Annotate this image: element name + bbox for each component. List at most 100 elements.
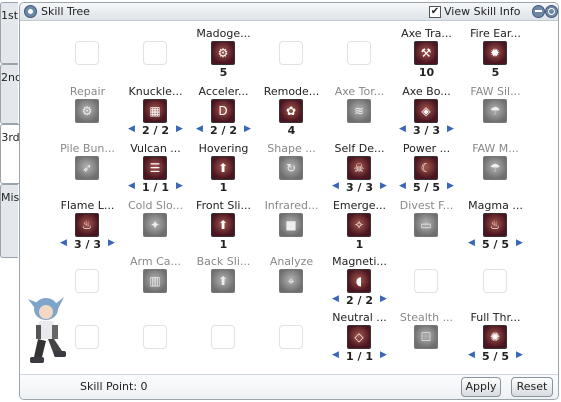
level-up-arrow-icon[interactable]: ▶ (447, 181, 454, 191)
skill-slot[interactable]: Shape ... ↻ (257, 142, 326, 200)
axe-tornado-icon[interactable]: ≋ (347, 99, 371, 123)
knuckle-boost-icon[interactable]: ▦ (143, 99, 167, 123)
skill-slot[interactable]: Self De... ☠ 3 / 3 ◀ ▶ (325, 142, 394, 200)
remodel-icon[interactable]: ✿ (279, 99, 303, 123)
magma-eruption-icon[interactable]: ♨ (483, 213, 507, 237)
minimize-icon[interactable] (532, 5, 545, 18)
level-up-arrow-icon[interactable]: ▶ (380, 294, 387, 304)
back-slide-icon[interactable]: ⬆ (211, 269, 235, 293)
tab-2nd[interactable]: 2nd (0, 64, 22, 124)
skill-glyph: ♨ (489, 218, 501, 232)
level-up-arrow-icon[interactable]: ▶ (447, 124, 454, 134)
skill-slot[interactable]: Arm Ca... ▥ (121, 255, 190, 313)
skill-slot[interactable]: Remode... ✿ 4 (257, 85, 326, 143)
level-up-arrow-icon[interactable]: ▶ (380, 350, 387, 360)
analyze-icon[interactable]: ⌖ (279, 269, 303, 293)
tab-misc[interactable]: Misc (0, 184, 25, 258)
skill-slot[interactable]: Hovering ⬆ 1 (189, 142, 258, 200)
level-down-arrow-icon[interactable]: ◀ (399, 181, 406, 191)
self-destruct-icon[interactable]: ☠ (347, 156, 371, 180)
flame-launcher-icon[interactable]: ♨ (75, 213, 99, 237)
hovering-icon[interactable]: ⬆ (211, 156, 235, 180)
axe-boomerang-icon[interactable]: ◈ (414, 99, 438, 123)
neutral-barrier-icon[interactable]: ◇ (347, 325, 371, 349)
skill-slot[interactable]: Vulcan ... ☰ 1 / 1 ◀ ▶ (121, 142, 190, 200)
level-up-arrow-icon[interactable]: ▶ (516, 350, 523, 360)
view-skill-info-checkbox[interactable]: ✔ (429, 6, 441, 18)
skill-slot[interactable]: FAW M... ☂ (461, 142, 530, 200)
cold-slower-icon[interactable]: ✦ (143, 213, 167, 237)
skill-slot[interactable]: Back Sli... ⬆ (189, 255, 258, 313)
level-down-arrow-icon[interactable]: ◀ (468, 350, 475, 360)
faw-silver-icon[interactable]: ☂ (483, 99, 507, 123)
fire-earth-icon[interactable]: ✹ (483, 41, 507, 65)
level-down-arrow-icon[interactable]: ◀ (332, 294, 339, 304)
tab-3rd[interactable]: 3rd (0, 124, 20, 184)
skill-slot[interactable]: FAW Sil... ☂ (461, 85, 530, 143)
axe-training-icon[interactable]: ⚒ (414, 41, 438, 65)
full-throttle-icon[interactable]: ✺ (483, 325, 507, 349)
level-up-arrow-icon[interactable]: ▶ (176, 124, 183, 134)
level-down-arrow-icon[interactable]: ◀ (128, 181, 135, 191)
skill-slot[interactable]: Full Thr... ✺ 5 / 5 ◀ ▶ (461, 311, 530, 369)
skill-slot[interactable]: Madoge... ⚙ 5 (189, 27, 258, 85)
pile-bunker-icon[interactable]: ➶ (75, 156, 99, 180)
skill-name: Arm Ca... (130, 255, 181, 268)
divest-icon[interactable]: ▭ (414, 213, 438, 237)
level-up-arrow-icon[interactable]: ▶ (108, 238, 115, 248)
skill-slot[interactable]: Divest F... ▭ (392, 199, 461, 257)
skill-slot[interactable]: Magneti... ◖ 2 / 2 ◀ ▶ (325, 255, 394, 313)
skill-glyph: ↻ (285, 161, 297, 175)
skill-slot[interactable]: Repair ⚙ (53, 85, 122, 143)
stealth-field-icon[interactable]: ☐ (414, 325, 438, 349)
skill-slot[interactable]: Front Sli... ⬆ 1 (189, 199, 258, 257)
skill-slot[interactable]: Axe Tor... ≋ (325, 85, 394, 143)
tab-1st[interactable]: 1st (0, 2, 18, 64)
skill-slot[interactable]: Neutral ... ◇ 1 / 1 ◀ ▶ (325, 311, 394, 369)
skill-slot[interactable]: Cold Slo... ✦ (121, 199, 190, 257)
level-down-arrow-icon[interactable]: ◀ (60, 238, 67, 248)
skill-slot[interactable]: Infrared... ■ (257, 199, 326, 257)
skill-slot[interactable]: Fire Ear... ✹ 5 (461, 27, 530, 85)
skill-slot[interactable]: Magma ... ♨ 5 / 5 ◀ ▶ (461, 199, 530, 257)
wrench-icon[interactable]: ⚙ (75, 99, 99, 123)
madogear-icon[interactable]: ⚙ (211, 41, 235, 65)
skill-slot[interactable]: Knuckle... ▦ 2 / 2 ◀ ▶ (121, 85, 190, 143)
skill-slot[interactable]: Acceler... D 2 / 2 ◀ ▶ (189, 85, 258, 143)
level-up-arrow-icon[interactable]: ▶ (516, 238, 523, 248)
faw-magic-icon[interactable]: ☂ (483, 156, 507, 180)
magnetic-field-icon[interactable]: ◖ (347, 269, 371, 293)
apply-button[interactable]: Apply (461, 377, 501, 397)
front-slide-icon[interactable]: ⬆ (211, 213, 235, 237)
vulcan-arm-icon[interactable]: ☰ (143, 156, 167, 180)
level-down-arrow-icon[interactable]: ◀ (128, 124, 135, 134)
arm-cannon-icon[interactable]: ▥ (143, 269, 167, 293)
skill-slot[interactable]: Axe Tra... ⚒ 10 (392, 27, 461, 85)
skill-slot[interactable]: Axe Bo... ◈ 3 / 3 ◀ ▶ (392, 85, 461, 143)
acceleration-icon[interactable]: D (211, 99, 235, 123)
level-down-arrow-icon[interactable]: ◀ (332, 181, 339, 191)
skill-slot[interactable]: Emerge... ✧ 1 (325, 199, 394, 257)
skill-slot[interactable]: Pile Bun... ➶ (53, 142, 122, 200)
level-down-arrow-icon[interactable]: ◀ (399, 124, 406, 134)
emergency-cool-icon[interactable]: ✧ (347, 213, 371, 237)
level-down-arrow-icon[interactable]: ◀ (468, 238, 475, 248)
level-down-arrow-icon[interactable]: ◀ (332, 350, 339, 360)
close-icon[interactable] (545, 5, 558, 18)
skill-slot-empty (121, 311, 190, 369)
skill-slot[interactable]: Flame L... ♨ 3 / 3 ◀ ▶ (53, 199, 122, 257)
skill-slot[interactable]: Analyze ⌖ (257, 255, 326, 313)
infrared-scan-icon[interactable]: ■ (279, 213, 303, 237)
skill-slot[interactable]: Stealth ... ☐ (392, 311, 461, 369)
power-swing-icon[interactable]: ☾ (414, 156, 438, 180)
level-up-arrow-icon[interactable]: ▶ (176, 181, 183, 191)
skill-slot[interactable]: Power ... ☾ 5 / 5 ◀ ▶ (392, 142, 461, 200)
reset-button[interactable]: Reset (511, 377, 553, 397)
level-up-arrow-icon[interactable]: ▶ (244, 124, 251, 134)
level-up-arrow-icon[interactable]: ▶ (380, 181, 387, 191)
skill-name: Repair (69, 85, 106, 98)
level-down-arrow-icon[interactable]: ◀ (196, 124, 203, 134)
skill-glyph: ≋ (353, 104, 365, 118)
title-bar[interactable]: Skill Tree ✔ View Skill Info (20, 3, 558, 21)
shape-shift-icon[interactable]: ↻ (279, 156, 303, 180)
